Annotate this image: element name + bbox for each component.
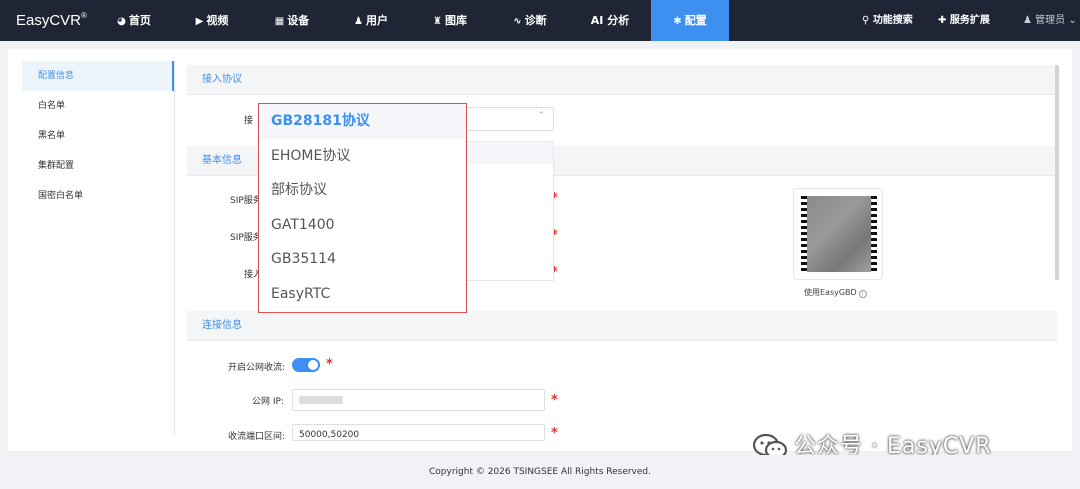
user-icon: ♟ [354,16,363,27]
nav-item-user[interactable]: ♟ 用户 [343,0,399,41]
required-mark: * [551,426,558,441]
sidebar-item-sm-whitelist[interactable]: 国密白名单 [22,181,174,211]
qr-code-edge [801,196,807,272]
footer-copyright: Copyright © 2026 TSINGSEE All Rights Res… [0,455,1080,489]
qr-code-edge [871,196,877,272]
gallery-icon: ♜ [433,16,442,27]
protocol-dropdown: GB28181协议 EHOME协议 部标协议 GAT1400 GB35114 E… [258,103,467,313]
toggle-knob [308,360,318,370]
port-range-input[interactable]: 50000,50200 [292,424,545,441]
public-ip-label: 公网 IP: [252,397,284,407]
required-mark: * [326,357,333,372]
public-stream-label: 开启公网收流: [228,363,286,373]
chevron-down-icon: ⌄ [1068,15,1077,26]
gear-icon: ✱ [673,16,682,27]
dropdown-option-gb35114[interactable]: GB35114 [259,242,466,277]
dropdown-option-gb28181[interactable]: GB28181协议 [259,104,466,139]
nav-item-video[interactable]: ▶ 视频 [184,0,240,41]
qr-caption: 使用EasyGBD i [804,287,867,298]
nav-item-home[interactable]: ◕ 首页 [106,0,162,41]
nav-item-device[interactable]: ▦ 设备 [264,0,320,41]
protocol-label: 接 [244,116,254,126]
sidebar-item-whitelist[interactable]: 白名单 [22,91,174,121]
nav-item-gallery[interactable]: ♜ 图库 [422,0,478,41]
dropdown-list-edge [466,141,554,281]
protocol-select[interactable]: ⌃ [466,107,554,131]
qr-code [793,188,883,280]
service-extension-button[interactable]: ✚ 服务扩展 [938,0,990,41]
dropdown-option-jt808[interactable]: 部标协议 [259,173,466,208]
puzzle-icon: ✚ [938,15,947,26]
dashboard-icon: ◕ [117,16,126,27]
blurred-value [299,396,343,404]
function-search-button[interactable]: ⚲ 功能搜索 [862,0,913,41]
app-logo[interactable]: EasyCVR® [16,11,87,29]
nav-item-config[interactable]: ✱ 配置 [651,0,729,41]
dropdown-option-ehome[interactable]: EHOME协议 [259,139,466,174]
dropdown-option-easyrtc[interactable]: EasyRTC [259,277,466,312]
chevron-up-icon: ⌃ [537,111,545,121]
qr-code-image [801,196,877,272]
search-icon: ⚲ [862,15,870,26]
public-stream-toggle[interactable] [292,358,320,372]
nav-item-diagnose[interactable]: ∿ 诊断 [502,0,558,41]
device-icon: ▦ [274,16,285,27]
sidebar-item-blacklist[interactable]: 黑名单 [22,121,174,151]
pulse-icon: ∿ [513,16,522,27]
play-icon: ▶ [195,16,204,27]
required-mark: * [551,393,558,408]
dropdown-option-gat1400[interactable]: GAT1400 [259,208,466,243]
avatar: ♟ [1023,15,1032,26]
nav-item-ai-analysis[interactable]: AI 分析 [580,0,640,41]
scrollbar[interactable] [1055,65,1059,280]
section-connect-header: 连接信息 [187,311,1057,341]
sidebar-item-config-info[interactable]: 配置信息 [22,61,174,91]
top-nav-bar: EasyCVR® ◕ 首页 ▶ 视频 ▦ 设备 ♟ 用户 ♜ 图库 ∿ 诊断 AI 分析 ✱… [0,0,1080,41]
section-protocol-header: 接入协议 [187,65,1057,95]
public-ip-input[interactable] [292,389,545,411]
user-menu[interactable]: ♟ 管理员 ⌄ [1023,0,1077,41]
config-sidebar: 配置信息 白名单 黑名单 集群配置 国密白名单 [22,61,175,436]
info-icon[interactable]: i [858,290,867,298]
sidebar-item-cluster-config[interactable]: 集群配置 [22,151,174,181]
main-panel: 配置信息 白名单 黑名单 集群配置 国密白名单 接入协议 基本信息 连接信息 接… [8,49,1072,451]
port-range-label: 收流端口区间: [228,432,286,442]
